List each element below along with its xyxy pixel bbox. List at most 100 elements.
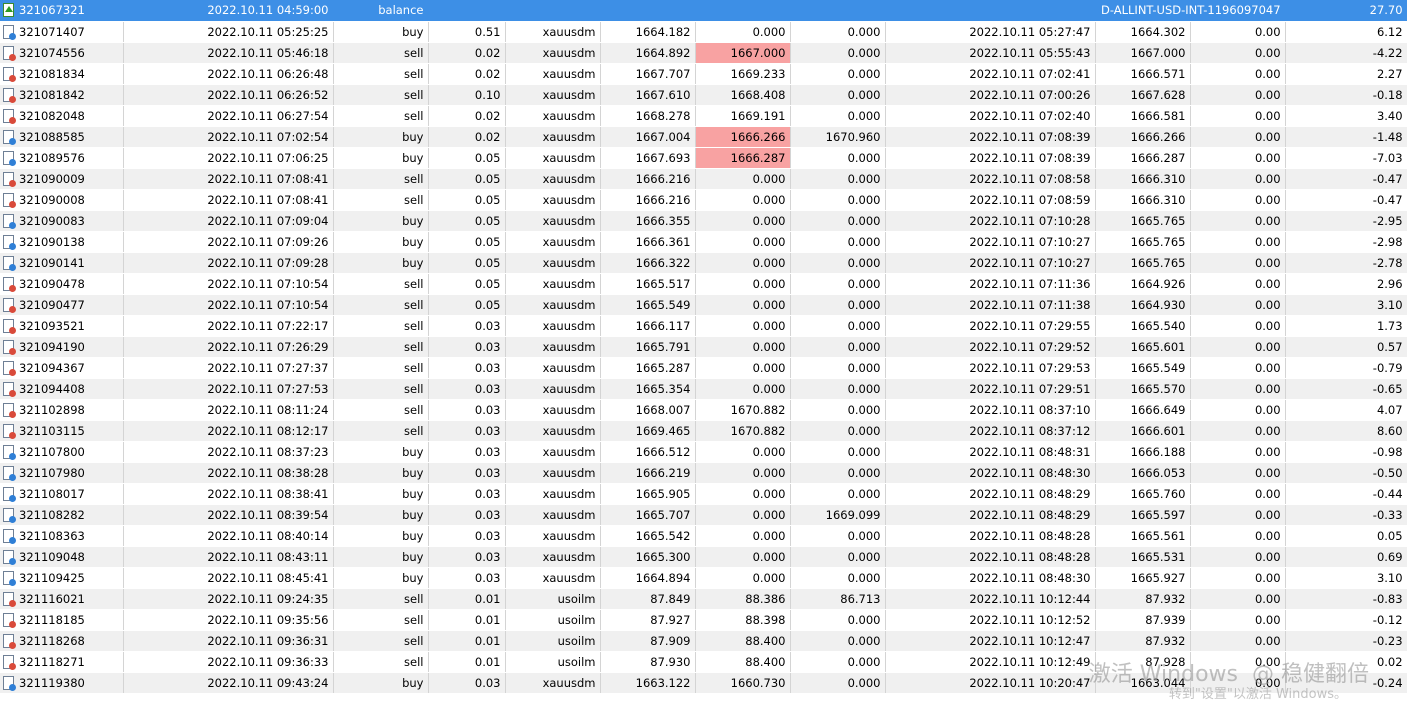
trade-row[interactable]: 321074556 2022.10.11 05:46:18 sell 0.02 xauu… bbox=[0, 42, 1407, 64]
ticket-cell: 321090141 bbox=[0, 252, 124, 274]
trade-row[interactable]: 321090478 2022.10.11 07:10:54 sell 0.05 xauu… bbox=[0, 273, 1407, 295]
sell-order-icon bbox=[3, 591, 16, 607]
profit-cell: -0.83 bbox=[1285, 588, 1407, 610]
trade-row[interactable]: 321090083 2022.10.11 07:09:04 buy 0.05 xauus… bbox=[0, 210, 1407, 232]
trade-row[interactable]: 321082048 2022.10.11 06:27:54 sell 0.02 xauu… bbox=[0, 105, 1407, 127]
trade-row[interactable]: 321094367 2022.10.11 07:27:37 sell 0.03 xauu… bbox=[0, 357, 1407, 379]
volume-cell: 0.10 bbox=[428, 84, 506, 106]
trade-row[interactable]: 321103115 2022.10.11 08:12:17 sell 0.03 xauu… bbox=[0, 420, 1407, 442]
trade-row[interactable]: 321090141 2022.10.11 07:09:28 buy 0.05 xauus… bbox=[0, 252, 1407, 274]
trade-row[interactable]: 321108363 2022.10.11 08:40:14 buy 0.03 xauus… bbox=[0, 525, 1407, 547]
trade-row[interactable]: 321081834 2022.10.11 06:26:48 sell 0.02 xauu… bbox=[0, 63, 1407, 85]
trade-row[interactable]: 321107980 2022.10.11 08:38:28 buy 0.03 xauus… bbox=[0, 462, 1407, 484]
trade-row[interactable]: 321116021 2022.10.11 09:24:35 sell 0.01 usoi… bbox=[0, 588, 1407, 610]
volume-cell: 0.03 bbox=[428, 357, 506, 379]
ticket-text: 321094408 bbox=[19, 381, 85, 396]
open-time-cell: 2022.10.11 08:38:28 bbox=[123, 462, 334, 484]
swap-cell: 0.00 bbox=[1190, 567, 1286, 589]
type-cell: buy bbox=[333, 147, 429, 169]
trade-row[interactable]: 321090009 2022.10.11 07:08:41 sell 0.05 xauu… bbox=[0, 168, 1407, 190]
trade-row[interactable]: 321094408 2022.10.11 07:27:53 sell 0.03 xauu… bbox=[0, 378, 1407, 400]
take-profit-cell: 0.000 bbox=[790, 210, 886, 232]
trade-row[interactable]: 321090138 2022.10.11 07:09:26 buy 0.05 xauus… bbox=[0, 231, 1407, 253]
sell-order-icon bbox=[3, 402, 16, 418]
type-cell: balance bbox=[333, 0, 429, 22]
ticket-text: 321090477 bbox=[19, 297, 85, 312]
open-time-cell: 2022.10.11 06:27:54 bbox=[123, 105, 334, 127]
sell-order-icon bbox=[3, 633, 16, 649]
trade-row[interactable]: 321118268 2022.10.11 09:36:31 sell 0.01 usoi… bbox=[0, 630, 1407, 652]
close-price-cell: 1665.549 bbox=[1095, 357, 1191, 379]
profit-cell: 0.02 bbox=[1285, 651, 1407, 673]
open-price-cell: 1666.512 bbox=[600, 441, 696, 463]
close-time-cell: 2022.10.11 07:29:52 bbox=[885, 336, 1096, 358]
stop-loss-cell: 0.000 bbox=[695, 441, 791, 463]
trade-row[interactable]: 321094190 2022.10.11 07:26:29 sell 0.03 xauu… bbox=[0, 336, 1407, 358]
balance-row[interactable]: 321067321 2022.10.11 04:59:00 balance D-… bbox=[0, 0, 1407, 22]
trade-row[interactable]: 321090008 2022.10.11 07:08:41 sell 0.05 xauu… bbox=[0, 189, 1407, 211]
profit-cell: -0.44 bbox=[1285, 483, 1407, 505]
profit-cell: -0.33 bbox=[1285, 504, 1407, 526]
ticket-cell: 321082048 bbox=[0, 105, 124, 127]
ticket-cell: 321109048 bbox=[0, 546, 124, 568]
open-time-cell: 2022.10.11 08:37:23 bbox=[123, 441, 334, 463]
trade-row[interactable]: 321108017 2022.10.11 08:38:41 buy 0.03 xauus… bbox=[0, 483, 1407, 505]
ticket-text: 321107980 bbox=[19, 465, 85, 480]
trade-row[interactable]: 321071407 2022.10.11 05:25:25 buy 0.51 xauus… bbox=[0, 21, 1407, 43]
trade-row[interactable]: 321102898 2022.10.11 08:11:24 sell 0.03 xauu… bbox=[0, 399, 1407, 421]
trade-row[interactable]: 321118271 2022.10.11 09:36:33 sell 0.01 usoi… bbox=[0, 651, 1407, 673]
open-price-cell: 1665.287 bbox=[600, 357, 696, 379]
close-time-cell: 2022.10.11 05:55:43 bbox=[885, 42, 1096, 64]
trade-row[interactable]: 321118185 2022.10.11 09:35:56 sell 0.01 usoi… bbox=[0, 609, 1407, 631]
trade-row[interactable]: 321107800 2022.10.11 08:37:23 buy 0.03 xauus… bbox=[0, 441, 1407, 463]
take-profit-cell: 0.000 bbox=[790, 42, 886, 64]
type-cell: buy bbox=[333, 210, 429, 232]
trade-row[interactable]: 321089576 2022.10.11 07:06:25 buy 0.05 xauus… bbox=[0, 147, 1407, 169]
symbol-cell: xauusdm bbox=[505, 147, 601, 169]
stop-loss-cell: 0.000 bbox=[695, 315, 791, 337]
open-price-cell: 1665.791 bbox=[600, 336, 696, 358]
close-time-cell: 2022.10.11 10:12:47 bbox=[885, 630, 1096, 652]
take-profit-cell: 0.000 bbox=[790, 147, 886, 169]
trade-row[interactable]: 321109425 2022.10.11 08:45:41 buy 0.03 xauus… bbox=[0, 567, 1407, 589]
buy-order-icon bbox=[3, 528, 16, 544]
take-profit-cell: 0.000 bbox=[790, 609, 886, 631]
ticket-text: 321103115 bbox=[19, 423, 85, 438]
close-price-cell: 1664.926 bbox=[1095, 273, 1191, 295]
ticket-text: 321118271 bbox=[19, 654, 85, 669]
stop-loss-cell: 0.000 bbox=[695, 525, 791, 547]
volume-cell: 0.03 bbox=[428, 420, 506, 442]
trade-row[interactable]: 321108282 2022.10.11 08:39:54 buy 0.03 xauus… bbox=[0, 504, 1407, 526]
open-time-cell: 2022.10.11 08:12:17 bbox=[123, 420, 334, 442]
trade-row[interactable]: 321090477 2022.10.11 07:10:54 sell 0.05 xauu… bbox=[0, 294, 1407, 316]
close-time-cell: 2022.10.11 07:08:59 bbox=[885, 189, 1096, 211]
open-price-cell: 1665.300 bbox=[600, 546, 696, 568]
stop-loss-cell: 0.000 bbox=[695, 462, 791, 484]
trade-row[interactable]: 321081842 2022.10.11 06:26:52 sell 0.10 xauu… bbox=[0, 84, 1407, 106]
open-price-cell: 87.930 bbox=[600, 651, 696, 673]
profit-cell: -0.47 bbox=[1285, 189, 1407, 211]
type-cell: sell bbox=[333, 378, 429, 400]
trade-row[interactable]: 321109048 2022.10.11 08:43:11 buy 0.03 xauus… bbox=[0, 546, 1407, 568]
trade-row[interactable]: 321093521 2022.10.11 07:22:17 sell 0.03 xauu… bbox=[0, 315, 1407, 337]
type-cell: sell bbox=[333, 630, 429, 652]
type-cell: buy bbox=[333, 504, 429, 526]
buy-order-icon bbox=[3, 570, 16, 586]
symbol-cell: xauusdm bbox=[505, 546, 601, 568]
buy-order-icon bbox=[3, 675, 16, 691]
stop-loss-cell: 1667.000 bbox=[695, 42, 791, 64]
trade-row[interactable]: 321088585 2022.10.11 07:02:54 buy 0.02 xauus… bbox=[0, 126, 1407, 148]
take-profit-cell: 0.000 bbox=[790, 483, 886, 505]
open-price-cell: 1666.216 bbox=[600, 168, 696, 190]
trade-row[interactable]: 321119380 2022.10.11 09:43:24 buy 0.03 xauus… bbox=[0, 672, 1407, 694]
profit-cell: -2.78 bbox=[1285, 252, 1407, 274]
close-price-cell: 1666.581 bbox=[1095, 105, 1191, 127]
symbol-cell: xauusdm bbox=[505, 252, 601, 274]
ticket-cell: 321118268 bbox=[0, 630, 124, 652]
take-profit-cell: 0.000 bbox=[790, 84, 886, 106]
open-price-cell: 1667.693 bbox=[600, 147, 696, 169]
swap-cell: 0.00 bbox=[1190, 105, 1286, 127]
open-price-cell: 1666.117 bbox=[600, 315, 696, 337]
stop-loss-cell: 1669.233 bbox=[695, 63, 791, 85]
symbol-cell: xauusdm bbox=[505, 504, 601, 526]
